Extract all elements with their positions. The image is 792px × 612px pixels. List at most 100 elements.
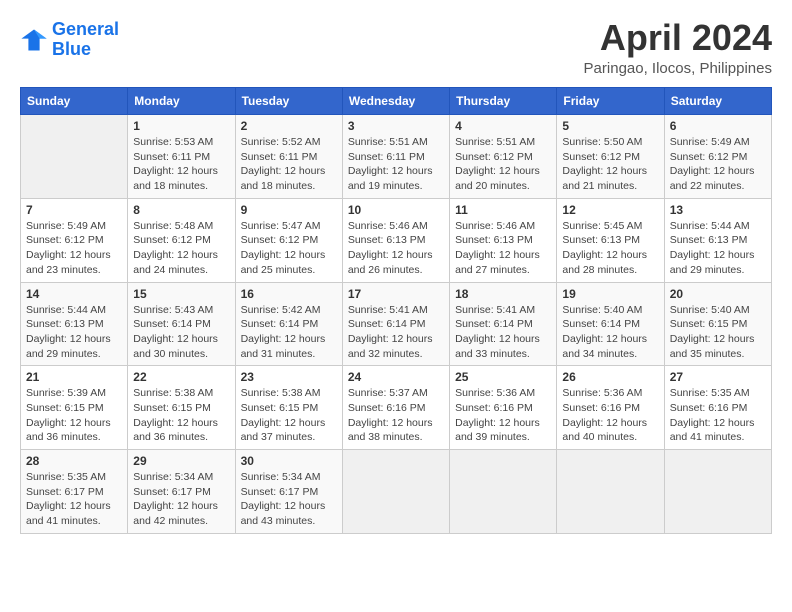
calendar-cell: 26 Sunrise: 5:36 AMSunset: 6:16 PMDayligh… xyxy=(557,366,664,450)
day-number: 9 xyxy=(241,203,337,217)
day-number: 29 xyxy=(133,454,229,468)
day-number: 22 xyxy=(133,370,229,384)
day-info: Sunrise: 5:46 AMSunset: 6:13 PMDaylight:… xyxy=(348,219,444,278)
day-number: 23 xyxy=(241,370,337,384)
days-header-row: Sunday Monday Tuesday Wednesday Thursday… xyxy=(21,88,772,115)
day-info: Sunrise: 5:36 AMSunset: 6:16 PMDaylight:… xyxy=(455,386,551,445)
logo-text: General Blue xyxy=(52,20,119,60)
calendar-cell: 11 Sunrise: 5:46 AMSunset: 6:13 PMDayligh… xyxy=(450,198,557,282)
day-number: 21 xyxy=(26,370,122,384)
day-info: Sunrise: 5:52 AMSunset: 6:11 PMDaylight:… xyxy=(241,135,337,194)
week-row-1: 1Sunrise: 5:53 AMSunset: 6:11 PMDaylight… xyxy=(21,115,772,199)
day-info: Sunrise: 5:41 AMSunset: 6:14 PMDaylight:… xyxy=(455,303,551,362)
day-number: 27 xyxy=(670,370,766,384)
day-number: 6 xyxy=(670,119,766,133)
header-wednesday: Wednesday xyxy=(342,88,449,115)
calendar-cell: 8 Sunrise: 5:48 AMSunset: 6:12 PMDaylight… xyxy=(128,198,235,282)
day-number: 24 xyxy=(348,370,444,384)
header-sunday: Sunday xyxy=(21,88,128,115)
day-info: Sunrise: 5:48 AMSunset: 6:12 PMDaylight:… xyxy=(133,219,229,278)
day-info: Sunrise: 5:39 AMSunset: 6:15 PMDaylight:… xyxy=(26,386,122,445)
week-row-3: 14 Sunrise: 5:44 AMSunset: 6:13 PMDayligh… xyxy=(21,282,772,366)
day-info: Sunrise: 5:44 AMSunset: 6:13 PMDaylight:… xyxy=(26,303,122,362)
calendar-cell: 27 Sunrise: 5:35 AMSunset: 6:16 PMDayligh… xyxy=(664,366,771,450)
week-row-2: 7 Sunrise: 5:49 AMSunset: 6:12 PMDaylight… xyxy=(21,198,772,282)
day-info: Sunrise: 5:45 AMSunset: 6:13 PMDaylight:… xyxy=(562,219,658,278)
day-info: Sunrise: 5:51 AMSunset: 6:11 PMDaylight:… xyxy=(348,135,444,194)
calendar-cell: 29 Sunrise: 5:34 AMSunset: 6:17 PMDayligh… xyxy=(128,450,235,534)
calendar-cell xyxy=(21,115,128,199)
calendar-cell: 3Sunrise: 5:51 AMSunset: 6:11 PMDaylight… xyxy=(342,115,449,199)
day-info: Sunrise: 5:47 AMSunset: 6:12 PMDaylight:… xyxy=(241,219,337,278)
day-info: Sunrise: 5:46 AMSunset: 6:13 PMDaylight:… xyxy=(455,219,551,278)
day-info: Sunrise: 5:49 AMSunset: 6:12 PMDaylight:… xyxy=(26,219,122,278)
calendar-cell xyxy=(450,450,557,534)
header-monday: Monday xyxy=(128,88,235,115)
day-number: 20 xyxy=(670,287,766,301)
day-number: 18 xyxy=(455,287,551,301)
day-info: Sunrise: 5:44 AMSunset: 6:13 PMDaylight:… xyxy=(670,219,766,278)
day-info: Sunrise: 5:36 AMSunset: 6:16 PMDaylight:… xyxy=(562,386,658,445)
calendar-cell: 15 Sunrise: 5:43 AMSunset: 6:14 PMDayligh… xyxy=(128,282,235,366)
day-number: 25 xyxy=(455,370,551,384)
day-number: 26 xyxy=(562,370,658,384)
day-info: Sunrise: 5:34 AMSunset: 6:17 PMDaylight:… xyxy=(133,470,229,529)
calendar-cell: 17Sunrise: 5:41 AMSunset: 6:14 PMDayligh… xyxy=(342,282,449,366)
day-info: Sunrise: 5:51 AMSunset: 6:12 PMDaylight:… xyxy=(455,135,551,194)
header: General Blue April 2024 Paringao, Ilocos… xyxy=(20,20,772,77)
week-row-4: 21 Sunrise: 5:39 AMSunset: 6:15 PMDayligh… xyxy=(21,366,772,450)
calendar-cell: 20Sunrise: 5:40 AMSunset: 6:15 PMDayligh… xyxy=(664,282,771,366)
day-info: Sunrise: 5:38 AMSunset: 6:15 PMDaylight:… xyxy=(241,386,337,445)
day-number: 8 xyxy=(133,203,229,217)
day-number: 30 xyxy=(241,454,337,468)
day-number: 7 xyxy=(26,203,122,217)
day-info: Sunrise: 5:34 AMSunset: 6:17 PMDaylight:… xyxy=(241,470,337,529)
header-friday: Friday xyxy=(557,88,664,115)
calendar-title: April 2024 xyxy=(584,20,772,56)
day-number: 16 xyxy=(241,287,337,301)
calendar-cell: 16Sunrise: 5:42 AMSunset: 6:14 PMDayligh… xyxy=(235,282,342,366)
calendar-cell: 9 Sunrise: 5:47 AMSunset: 6:12 PMDaylight… xyxy=(235,198,342,282)
calendar-cell: 7 Sunrise: 5:49 AMSunset: 6:12 PMDaylight… xyxy=(21,198,128,282)
calendar-cell: 14 Sunrise: 5:44 AMSunset: 6:13 PMDayligh… xyxy=(21,282,128,366)
header-thursday: Thursday xyxy=(450,88,557,115)
calendar-cell: 30 Sunrise: 5:34 AMSunset: 6:17 PMDayligh… xyxy=(235,450,342,534)
week-row-5: 28 Sunrise: 5:35 AMSunset: 6:17 PMDayligh… xyxy=(21,450,772,534)
calendar-cell: 22Sunrise: 5:38 AMSunset: 6:15 PMDayligh… xyxy=(128,366,235,450)
calendar-cell: 19Sunrise: 5:40 AMSunset: 6:14 PMDayligh… xyxy=(557,282,664,366)
day-number: 28 xyxy=(26,454,122,468)
logo-bird-icon xyxy=(20,26,48,54)
day-number: 13 xyxy=(670,203,766,217)
day-number: 12 xyxy=(562,203,658,217)
day-number: 14 xyxy=(26,287,122,301)
calendar-cell: 5 Sunrise: 5:50 AMSunset: 6:12 PMDaylight… xyxy=(557,115,664,199)
day-info: Sunrise: 5:35 AMSunset: 6:16 PMDaylight:… xyxy=(670,386,766,445)
day-number: 10 xyxy=(348,203,444,217)
calendar-subtitle: Paringao, Ilocos, Philippines xyxy=(584,60,772,77)
day-info: Sunrise: 5:35 AMSunset: 6:17 PMDaylight:… xyxy=(26,470,122,529)
calendar-cell: 1Sunrise: 5:53 AMSunset: 6:11 PMDaylight… xyxy=(128,115,235,199)
day-number: 11 xyxy=(455,203,551,217)
day-number: 17 xyxy=(348,287,444,301)
day-number: 19 xyxy=(562,287,658,301)
calendar-cell: 18 Sunrise: 5:41 AMSunset: 6:14 PMDayligh… xyxy=(450,282,557,366)
calendar-cell: 23 Sunrise: 5:38 AMSunset: 6:15 PMDayligh… xyxy=(235,366,342,450)
day-number: 15 xyxy=(133,287,229,301)
day-number: 4 xyxy=(455,119,551,133)
calendar-cell: 2Sunrise: 5:52 AMSunset: 6:11 PMDaylight… xyxy=(235,115,342,199)
logo: General Blue xyxy=(20,20,119,60)
day-number: 5 xyxy=(562,119,658,133)
day-number: 1 xyxy=(133,119,229,133)
calendar-cell xyxy=(557,450,664,534)
calendar-cell: 10 Sunrise: 5:46 AMSunset: 6:13 PMDayligh… xyxy=(342,198,449,282)
header-tuesday: Tuesday xyxy=(235,88,342,115)
calendar-cell: 25 Sunrise: 5:36 AMSunset: 6:16 PMDayligh… xyxy=(450,366,557,450)
calendar-cell xyxy=(664,450,771,534)
calendar-cell: 28 Sunrise: 5:35 AMSunset: 6:17 PMDayligh… xyxy=(21,450,128,534)
calendar-cell: 12 Sunrise: 5:45 AMSunset: 6:13 PMDayligh… xyxy=(557,198,664,282)
calendar-cell: 21 Sunrise: 5:39 AMSunset: 6:15 PMDayligh… xyxy=(21,366,128,450)
day-info: Sunrise: 5:50 AMSunset: 6:12 PMDaylight:… xyxy=(562,135,658,194)
title-area: April 2024 Paringao, Ilocos, Philippines xyxy=(584,20,772,77)
calendar-cell: 24Sunrise: 5:37 AMSunset: 6:16 PMDayligh… xyxy=(342,366,449,450)
day-info: Sunrise: 5:43 AMSunset: 6:14 PMDaylight:… xyxy=(133,303,229,362)
